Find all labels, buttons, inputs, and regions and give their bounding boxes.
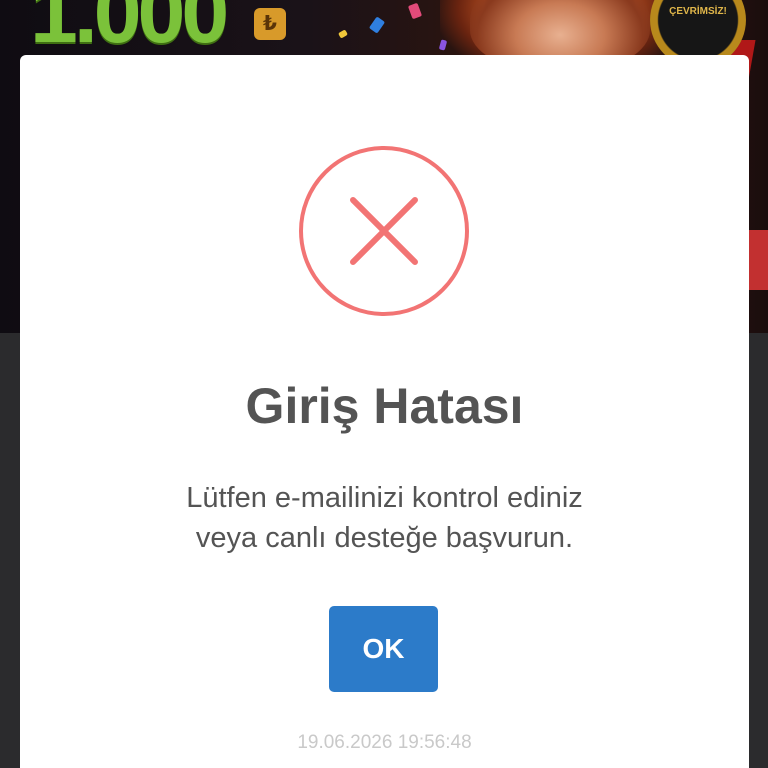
dialog-message-line: Lütfen e-mailinizi kontrol ediniz bbox=[186, 482, 583, 514]
seal-text: ÇEVRİMSİZ! bbox=[669, 6, 727, 17]
error-x-icon bbox=[299, 146, 469, 316]
dialog-message: Lütfen e-mailinizi kontrol ediniz veya c… bbox=[80, 478, 689, 558]
promo-amount: 1.000 bbox=[30, 0, 229, 61]
ok-button[interactable]: OK bbox=[329, 606, 438, 692]
confetti bbox=[407, 2, 423, 20]
currency-badge: ₺ bbox=[254, 8, 286, 40]
confetti bbox=[368, 16, 386, 34]
screen: 1.000 ₺ ÇEVRİMSİZ! Giriş Hatası Lütfen e… bbox=[0, 0, 768, 768]
confetti bbox=[338, 29, 348, 39]
dialog-title: Giriş Hatası bbox=[245, 378, 524, 434]
dialog-timestamp: 19.06.2026 19:56:48 bbox=[297, 732, 472, 753]
dialog-message-line: veya canlı desteğe başvurun. bbox=[195, 522, 574, 554]
error-dialog: Giriş Hatası Lütfen e-mailinizi kontrol … bbox=[20, 55, 749, 768]
